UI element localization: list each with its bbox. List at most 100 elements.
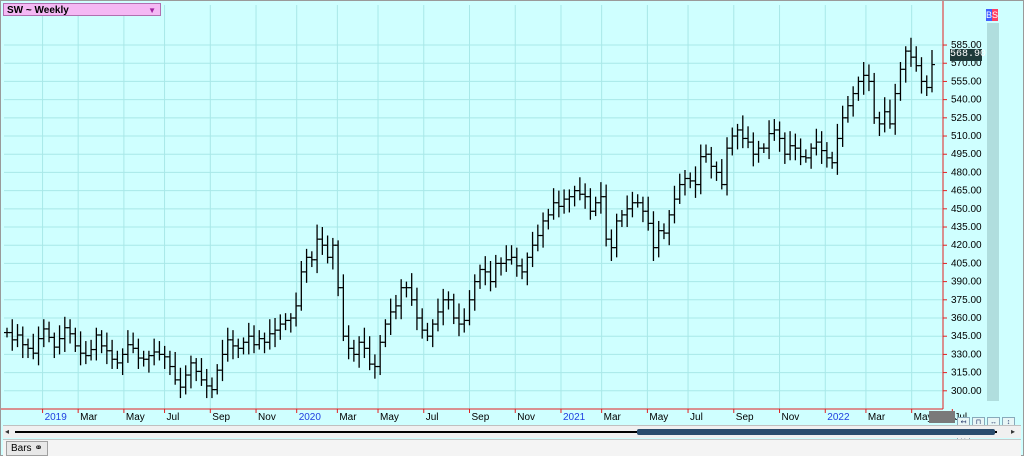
x-tick-label: Sep [212,412,230,423]
ohlc-bar [156,341,163,361]
sell-icon[interactable]: S [992,9,998,21]
ohlc-bar [634,194,641,208]
ohlc-bar [450,293,457,325]
ohlc-bar [256,330,263,350]
ohlc-bar [9,319,16,351]
x-tick-label: Sep [736,412,754,423]
ohlc-bar [361,327,368,359]
y-tick-label: 300.00 [951,386,982,397]
ohlc-bar [40,319,47,348]
ohlc-bar [114,350,121,369]
ohlc-bar [392,294,399,320]
ohlc-bar [802,149,809,163]
x-tick-label: Mar [339,412,357,423]
x-tick-label: May [380,412,399,423]
ohlc-bar [245,322,252,355]
ohlc-bar [734,123,741,150]
ohlc-bar [513,247,520,277]
ohlc-bar [61,316,68,352]
ohlc-bar [703,144,710,163]
ohlc-bar [519,258,526,280]
y-tick-label: 315.00 [951,368,982,379]
ohlc-bar [592,196,599,217]
ohlc-bar [645,196,652,231]
ohlc-bar [876,111,883,137]
ohlc-bar [655,220,662,258]
y-tick-label: 345.00 [951,331,982,342]
ohlc-bar [681,169,688,196]
ohlc-bar [308,251,315,268]
x-tick-label: Nov [258,412,276,423]
symbol-selector[interactable]: SW ~ Weekly ▼ [3,3,161,16]
scroll-right-icon[interactable]: ▸ [1011,426,1015,438]
y-tick-label: 405.00 [951,258,982,269]
ohlc-bar [839,105,846,147]
ohlc-bar [214,364,221,395]
ohlc-bar [913,46,920,72]
link-icon[interactable]: ⚭ [34,443,42,454]
status-bar: Bars ⚭ [3,439,1021,456]
horizontal-scrollbar[interactable]: ◂ ▸ [3,425,1021,438]
date-scroll-box[interactable] [929,411,955,423]
ohlc-bar [130,332,137,354]
dropdown-arrow-icon[interactable]: ▼ [148,4,156,17]
ohlc-bar [261,332,268,354]
ohlc-bar [624,195,631,228]
ohlc-bar [639,196,646,223]
ohlc-bar [865,64,872,92]
ohlc-bar [98,330,105,354]
ohlc-bar [603,184,610,247]
ohlc-bar [929,50,935,93]
ohlc-bar [82,341,89,365]
ohlc-bar [434,298,441,332]
ohlc-bar [524,252,531,286]
y-tick-label: 450.00 [951,204,982,215]
ohlc-bar [508,245,515,265]
ohlc-bar [660,223,667,240]
ohlc-bar [72,327,79,352]
last-price-tag: 568.90 [950,49,987,61]
buy-sell-badge[interactable]: BS [986,9,998,21]
scroll-left-icon[interactable]: ◂ [5,426,9,438]
ohlc-bar [918,57,925,94]
ohlc-bar [813,128,820,156]
ohlc-bar [724,137,731,196]
ohlc-bar [67,319,74,344]
chart-corner-buttons: ↤⊓↔↕↦ [957,411,1023,447]
ohlc-bar [240,337,247,355]
ohlc-bar [797,138,804,166]
ohlc-bar [103,332,110,365]
ohlc-bar [907,37,914,67]
scroll-thumb[interactable] [637,429,995,435]
ohlc-bar [293,292,300,327]
y-tick-label: 465.00 [951,186,982,197]
ohlc-bar [413,287,420,331]
ohlc-bar [886,99,893,129]
y-tick-label: 390.00 [951,277,982,288]
ohlc-bar [718,159,725,190]
tab-bars[interactable]: Bars ⚭ [6,441,48,456]
ohlc-bar [692,166,699,198]
symbol-label: SW ~ Weekly [7,5,69,16]
ohlc-bar [745,126,752,149]
ohlc-bar [540,212,547,248]
ohlc-bar [298,260,305,311]
ohlc-bar [776,121,783,152]
ohlc-bar [119,348,126,376]
x-tick-label: Mar [604,412,622,423]
price-chart[interactable]: 300.00 315.00 330.00 345.00 360.00 375.00 390.… [1,1,1023,423]
ohlc-bar [498,257,505,276]
ohlc-bar [871,72,878,124]
ohlc-bar [440,288,447,326]
x-tick-label: 2019 [45,412,68,423]
chart-window: 300.00 315.00 330.00 345.00 360.00 375.00 390.… [0,0,1024,456]
ohlc-bar [335,240,342,297]
ohlc-bar [781,132,788,164]
ohlc-bar [266,319,273,350]
ohlc-bar [387,298,394,335]
ohlc-bar [88,339,95,361]
ohlc-bar [792,133,799,161]
ohlc-bar [571,185,578,207]
ohlc-bar [477,264,484,289]
y-tick-label: 375.00 [951,295,982,306]
